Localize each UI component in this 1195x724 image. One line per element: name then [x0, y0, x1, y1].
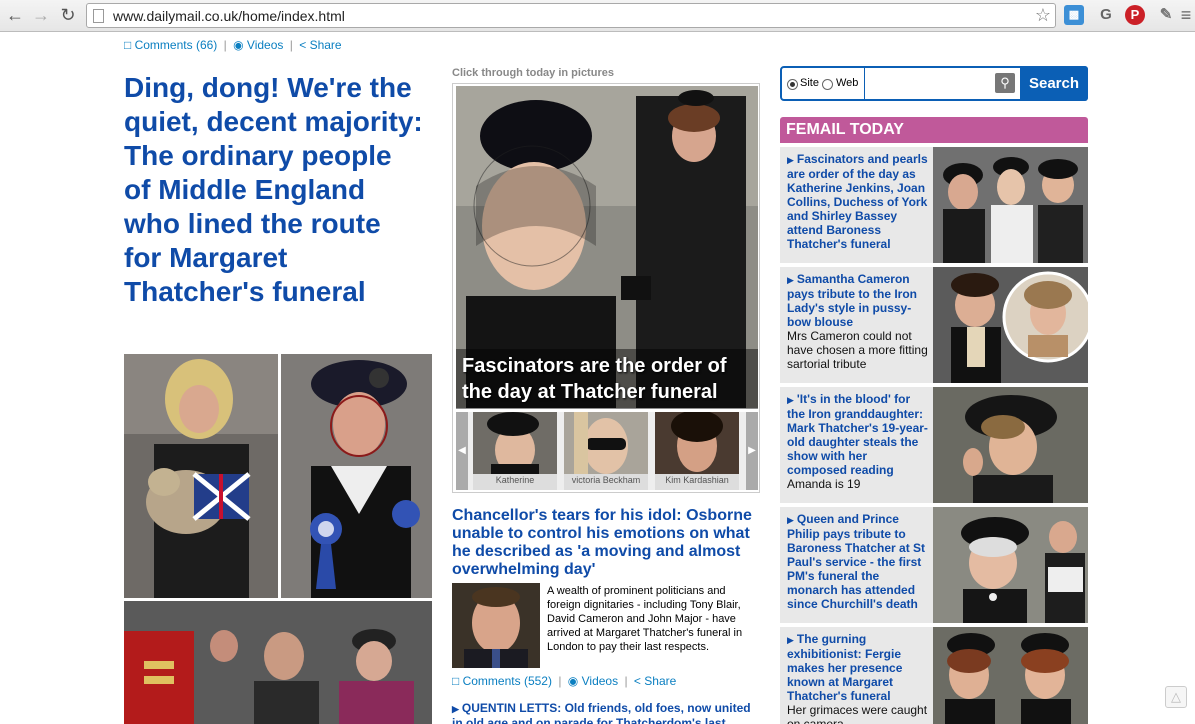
femail-item-desc: Her grimaces were caught on camera [787, 703, 928, 724]
femail-item-photo[interactable] [933, 627, 1088, 724]
gallery-thumbnail-strip: ◀ Katherine victoria Beckham Kim Kardash… [456, 412, 758, 490]
story-headline[interactable]: Chancellor's tears for his idol: Osborne… [452, 507, 762, 579]
femail-today-header[interactable]: FEMAIL TODAY [780, 117, 1088, 143]
thumbnail-label: Kim Kardashian [665, 475, 729, 485]
lead-photo-woman-with-rosette[interactable] [281, 354, 432, 598]
scroll-to-top-icon[interactable]: △ [1165, 686, 1187, 708]
videos-icon: ◉ [233, 37, 244, 52]
comment-icon: □ [124, 37, 132, 52]
page-content: □ Comments (66) | ◉ Videos | < Share Din… [0, 33, 1195, 724]
thumbnail-label: victoria Beckham [571, 475, 641, 485]
thumbnail-image [473, 412, 557, 474]
femail-item[interactable]: ▶ Queen and Prince Philip pays tribute to… [780, 507, 1088, 623]
reload-icon[interactable]: ↻ [57, 4, 79, 26]
femail-item-photo[interactable] [933, 387, 1088, 503]
story-body: A wealth of prominent politicians and fo… [547, 585, 743, 653]
femail-item[interactable]: ▶ Fascinators and pearls are order of the… [780, 147, 1088, 263]
bullet-arrow-icon: ▶ [787, 155, 794, 165]
share-icon: < [633, 673, 641, 688]
lead-photo-woman-with-dog[interactable] [124, 354, 278, 598]
thumbnail-1[interactable]: Katherine [473, 412, 557, 490]
femail-item-desc: Mrs Cameron could not have chosen a more… [787, 329, 928, 371]
femail-item-link[interactable]: The gurning exhibitionist: Fergie makes … [787, 632, 902, 703]
femail-item-photo[interactable] [933, 507, 1088, 623]
bookmark-star-icon[interactable]: ☆ [1035, 5, 1051, 26]
forward-arrow-icon[interactable]: → [30, 4, 52, 26]
story-photo-cameron[interactable] [452, 583, 540, 668]
thumbnail-image [655, 412, 739, 474]
share-icon: < [299, 37, 307, 52]
videos-icon: ◉ [567, 673, 579, 688]
comments-link[interactable]: Comments (66) [135, 38, 218, 52]
strip-prev-icon[interactable]: ◀ [456, 412, 468, 490]
pinterest-icon[interactable]: P [1125, 5, 1145, 25]
search-button[interactable]: Search [1020, 66, 1088, 101]
femail-item[interactable]: ▶ Samantha Cameron pays tribute to the Ir… [780, 267, 1088, 383]
picture-gallery[interactable]: Fascinators are the order of the day at … [452, 83, 760, 493]
thumbnail-label: Katherine [495, 475, 535, 485]
search-magnifier-icon[interactable]: ⚲ [995, 73, 1015, 93]
bullet-arrow-icon: ▶ [787, 515, 794, 525]
bullet-arrow-icon: ▶ [787, 395, 794, 405]
search-input[interactable] [864, 68, 994, 99]
thumbnail-2[interactable]: victoria Beckham [564, 412, 648, 490]
related-link[interactable]: ▶ QUENTIN LETTS: Old friends, old foes, n… [452, 701, 764, 724]
femail-item-link[interactable]: 'It's in the blood' for the Iron grandda… [787, 392, 928, 477]
extension-g-icon[interactable]: G [1096, 5, 1116, 25]
femail-item-link[interactable]: Samantha Cameron pays tribute to the Iro… [787, 272, 917, 329]
femail-item-photo[interactable] [933, 267, 1088, 383]
videos-link[interactable]: Videos [582, 674, 618, 688]
thumbnail-3[interactable]: Kim Kardashian [655, 412, 739, 490]
femail-item-link[interactable]: Fascinators and pearls are order of the … [787, 152, 928, 251]
story-meta-row: □ Comments (552) | ◉ Videos | < Share [452, 673, 677, 688]
bullet-arrow-icon: ▶ [787, 275, 794, 285]
address-bar[interactable]: www.dailymail.co.uk/home/index.html ☆ [86, 3, 1056, 28]
femail-item-photo[interactable] [933, 147, 1088, 263]
femail-item[interactable]: ▶ 'It's in the blood' for the Iron grandd… [780, 387, 1088, 503]
related-link-text[interactable]: QUENTIN LETTS: Old friends, old foes, no… [452, 701, 751, 724]
gallery-label: Click through today in pictures [452, 67, 614, 79]
browser-toolbar: ← → ↻ www.dailymail.co.uk/home/index.htm… [0, 0, 1195, 32]
url-text[interactable]: www.dailymail.co.uk/home/index.html [113, 8, 345, 24]
femail-item[interactable]: ▶ The gurning exhibitionist: Fergie makes… [780, 627, 1088, 724]
strip-next-icon[interactable]: ▶ [746, 412, 758, 490]
web-radio[interactable] [822, 79, 833, 90]
comment-icon: □ [452, 673, 460, 688]
site-radio[interactable] [787, 79, 798, 90]
videos-link[interactable]: Videos [247, 38, 283, 52]
site-radio-label[interactable]: Site [800, 77, 819, 89]
menu-icon[interactable]: ≡ [1176, 5, 1195, 25]
thumbnail-image [564, 412, 648, 474]
search-box: Site Web ⚲ Search [780, 66, 1088, 101]
comments-link[interactable]: Comments (552) [463, 674, 552, 688]
back-arrow-icon[interactable]: ← [4, 4, 26, 26]
extension-tool-icon[interactable]: ✎ [1156, 5, 1176, 25]
lead-headline[interactable]: Ding, dong! We're the quiet, decent majo… [124, 71, 424, 309]
gallery-caption[interactable]: Fascinators are the order of the day at … [462, 353, 752, 405]
web-radio-label[interactable]: Web [836, 77, 858, 89]
femail-item-desc: Amanda is 19 [787, 477, 861, 491]
lead-photo-crowd[interactable] [124, 601, 432, 724]
page-icon [93, 9, 104, 23]
femail-item-link[interactable]: Queen and Prince Philip pays tribute to … [787, 512, 925, 611]
share-link[interactable]: Share [310, 38, 342, 52]
share-link[interactable]: Share [644, 674, 676, 688]
lead-meta-row: □ Comments (66) | ◉ Videos | < Share [124, 37, 342, 52]
extension-image-icon[interactable]: ▩ [1064, 5, 1084, 25]
bullet-arrow-icon: ▶ [452, 704, 459, 714]
gallery-caption-bar: Fascinators are the order of the day at … [456, 349, 758, 409]
bullet-arrow-icon: ▶ [787, 635, 794, 645]
